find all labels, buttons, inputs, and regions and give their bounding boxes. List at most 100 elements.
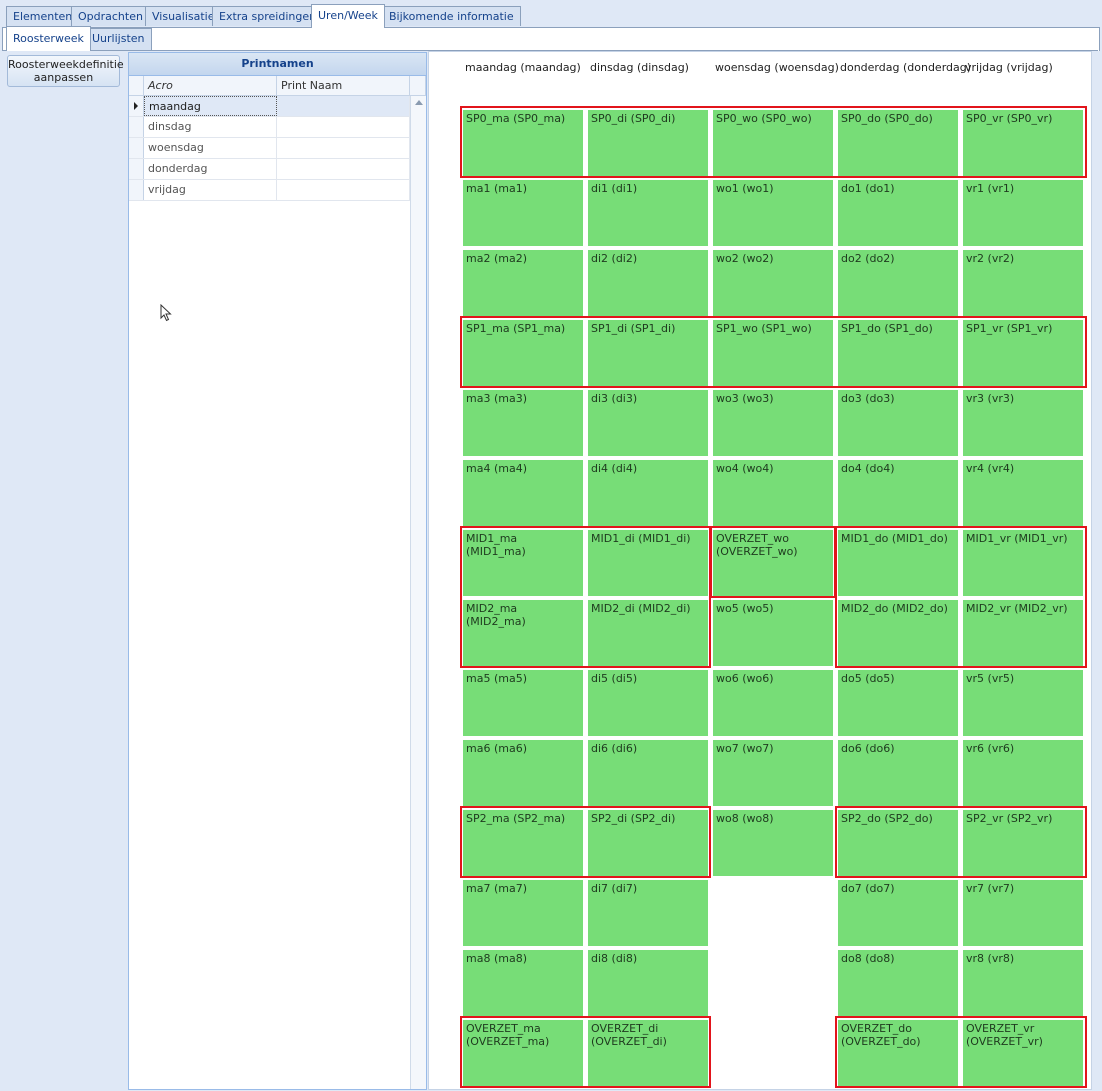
schedule-slot[interactable]: MID2_di (MID2_di) (588, 600, 708, 666)
tab-visualisatie[interactable]: Visualisatie (145, 6, 222, 26)
schedule-slot[interactable]: OVERZET_vr (OVERZET_vr) (963, 1020, 1083, 1086)
schedule-slot[interactable]: MID1_vr (MID1_vr) (963, 530, 1083, 596)
schedule-slot[interactable]: MID2_vr (MID2_vr) (963, 600, 1083, 666)
schedule-slot[interactable]: OVERZET_do (OVERZET_do) (838, 1020, 958, 1086)
schedule-slot[interactable]: ma7 (ma7) (463, 880, 583, 946)
schedule-slot[interactable]: ma1 (ma1) (463, 180, 583, 246)
schedule-slot[interactable]: ma8 (ma8) (463, 950, 583, 1016)
schedule-slot[interactable]: wo6 (wo6) (713, 670, 833, 736)
schedule-slot[interactable]: wo5 (wo5) (713, 600, 833, 666)
tab-uren-week[interactable]: Uren/Week (311, 4, 385, 28)
table-row[interactable]: donderdag (129, 159, 410, 180)
column-header-acro[interactable]: Acro (144, 76, 277, 96)
row-selector[interactable] (129, 138, 144, 158)
table-row[interactable]: maandag (129, 96, 410, 117)
schedule-slot[interactable]: SP1_wo (SP1_wo) (713, 320, 833, 386)
schedule-slot[interactable]: wo3 (wo3) (713, 390, 833, 456)
schedule-slot[interactable]: OVERZET_ma (OVERZET_ma) (463, 1020, 583, 1086)
row-selector[interactable] (129, 159, 144, 179)
schedule-slot[interactable]: ma6 (ma6) (463, 740, 583, 806)
table-row[interactable]: vrijdag (129, 180, 410, 201)
schedule-slot[interactable]: di1 (di1) (588, 180, 708, 246)
cell-acro[interactable]: maandag (144, 96, 277, 116)
schedule-slot[interactable]: MID2_ma (MID2_ma) (463, 600, 583, 666)
schedule-slot[interactable]: do2 (do2) (838, 250, 958, 316)
schedule-slot[interactable]: di2 (di2) (588, 250, 708, 316)
schedule-slot[interactable]: do5 (do5) (838, 670, 958, 736)
cell-acro[interactable]: vrijdag (144, 180, 277, 200)
schedule-slot[interactable]: SP2_ma (SP2_ma) (463, 810, 583, 876)
row-selector[interactable] (129, 180, 144, 200)
schedule-slot[interactable]: vr4 (vr4) (963, 460, 1083, 526)
schedule-slot[interactable]: wo1 (wo1) (713, 180, 833, 246)
schedule-slot[interactable]: do6 (do6) (838, 740, 958, 806)
tab-opdrachten[interactable]: Opdrachten (71, 6, 150, 26)
grid-vertical-scrollbar[interactable] (410, 96, 426, 1089)
schedule-slot[interactable]: SP1_di (SP1_di) (588, 320, 708, 386)
schedule-slot[interactable]: SP0_ma (SP0_ma) (463, 110, 583, 176)
schedule-slot[interactable]: vr2 (vr2) (963, 250, 1083, 316)
schedule-slot[interactable]: ma2 (ma2) (463, 250, 583, 316)
cell-print-naam[interactable] (277, 159, 410, 179)
schedule-slot[interactable]: MID1_do (MID1_do) (838, 530, 958, 596)
schedule-slot[interactable]: MID1_ma (MID1_ma) (463, 530, 583, 596)
column-header-print-naam[interactable]: Print Naam (277, 76, 410, 96)
schedule-slot[interactable]: wo8 (wo8) (713, 810, 833, 876)
schedule-slot[interactable]: MID1_di (MID1_di) (588, 530, 708, 596)
schedule-slot[interactable]: SP2_vr (SP2_vr) (963, 810, 1083, 876)
schedule-slot[interactable]: ma3 (ma3) (463, 390, 583, 456)
cell-acro[interactable]: donderdag (144, 159, 277, 179)
schedule-slot[interactable]: SP0_wo (SP0_wo) (713, 110, 833, 176)
schedule-slot[interactable]: MID2_do (MID2_do) (838, 600, 958, 666)
schedule-slot[interactable]: do3 (do3) (838, 390, 958, 456)
schedule-slot[interactable]: vr3 (vr3) (963, 390, 1083, 456)
schedule-slot[interactable]: SP1_do (SP1_do) (838, 320, 958, 386)
tab-bijkomende-informatie[interactable]: Bijkomende informatie (382, 6, 521, 26)
schedule-slot[interactable]: di5 (di5) (588, 670, 708, 736)
schedule-slot[interactable]: OVERZET_di (OVERZET_di) (588, 1020, 708, 1086)
schedule-slot[interactable]: wo4 (wo4) (713, 460, 833, 526)
schedule-slot[interactable]: vr8 (vr8) (963, 950, 1083, 1016)
schedule-slot[interactable]: do7 (do7) (838, 880, 958, 946)
cell-acro[interactable]: woensdag (144, 138, 277, 158)
schedule-slot[interactable]: SP1_ma (SP1_ma) (463, 320, 583, 386)
schedule-slot[interactable]: do1 (do1) (838, 180, 958, 246)
schedule-slot[interactable]: SP0_do (SP0_do) (838, 110, 958, 176)
table-row[interactable]: woensdag (129, 138, 410, 159)
schedule-slot[interactable]: SP0_di (SP0_di) (588, 110, 708, 176)
schedule-slot[interactable]: OVERZET_wo (OVERZET_wo) (713, 530, 833, 596)
cell-acro[interactable]: dinsdag (144, 117, 277, 137)
schedule-slot[interactable]: vr1 (vr1) (963, 180, 1083, 246)
schedule-slot[interactable]: SP1_vr (SP1_vr) (963, 320, 1083, 386)
schedule-slot[interactable]: vr5 (vr5) (963, 670, 1083, 736)
roosterweekdefinitie-aanpassen-button[interactable]: Roosterweekdefinitie aanpassen (7, 55, 124, 87)
scroll-up-arrow-icon[interactable] (415, 100, 423, 105)
cell-print-naam[interactable] (277, 138, 410, 158)
schedule-slot[interactable]: di4 (di4) (588, 460, 708, 526)
schedule-slot[interactable]: di8 (di8) (588, 950, 708, 1016)
schedule-slot[interactable]: do8 (do8) (838, 950, 958, 1016)
schedule-slot[interactable]: ma5 (ma5) (463, 670, 583, 736)
schedule-slot[interactable]: wo2 (wo2) (713, 250, 833, 316)
schedule-slot[interactable]: SP0_vr (SP0_vr) (963, 110, 1083, 176)
schedule-slot[interactable]: vr6 (vr6) (963, 740, 1083, 806)
schedule-slot[interactable]: SP2_di (SP2_di) (588, 810, 708, 876)
tab-extra-spreidingen[interactable]: Extra spreidingen (212, 6, 324, 26)
cell-print-naam[interactable] (277, 117, 410, 137)
tab-roosterweek[interactable]: Roosterweek (6, 26, 91, 51)
row-selector[interactable] (129, 117, 144, 137)
schedule-slot[interactable]: ma4 (ma4) (463, 460, 583, 526)
cell-print-naam[interactable] (277, 96, 410, 116)
schedule-slot[interactable]: vr7 (vr7) (963, 880, 1083, 946)
schedule-slot[interactable]: di6 (di6) (588, 740, 708, 806)
schedule-slot[interactable]: SP2_do (SP2_do) (838, 810, 958, 876)
schedule-slot[interactable]: wo7 (wo7) (713, 740, 833, 806)
row-selector[interactable] (129, 96, 144, 116)
tab-uurlijsten[interactable]: Uurlijsten (85, 28, 152, 50)
tab-elementen[interactable]: Elementen (6, 6, 80, 26)
cell-print-naam[interactable] (277, 180, 410, 200)
schedule-slot[interactable]: di3 (di3) (588, 390, 708, 456)
schedule-slot[interactable]: do4 (do4) (838, 460, 958, 526)
schedule-slot[interactable]: di7 (di7) (588, 880, 708, 946)
table-row[interactable]: dinsdag (129, 117, 410, 138)
